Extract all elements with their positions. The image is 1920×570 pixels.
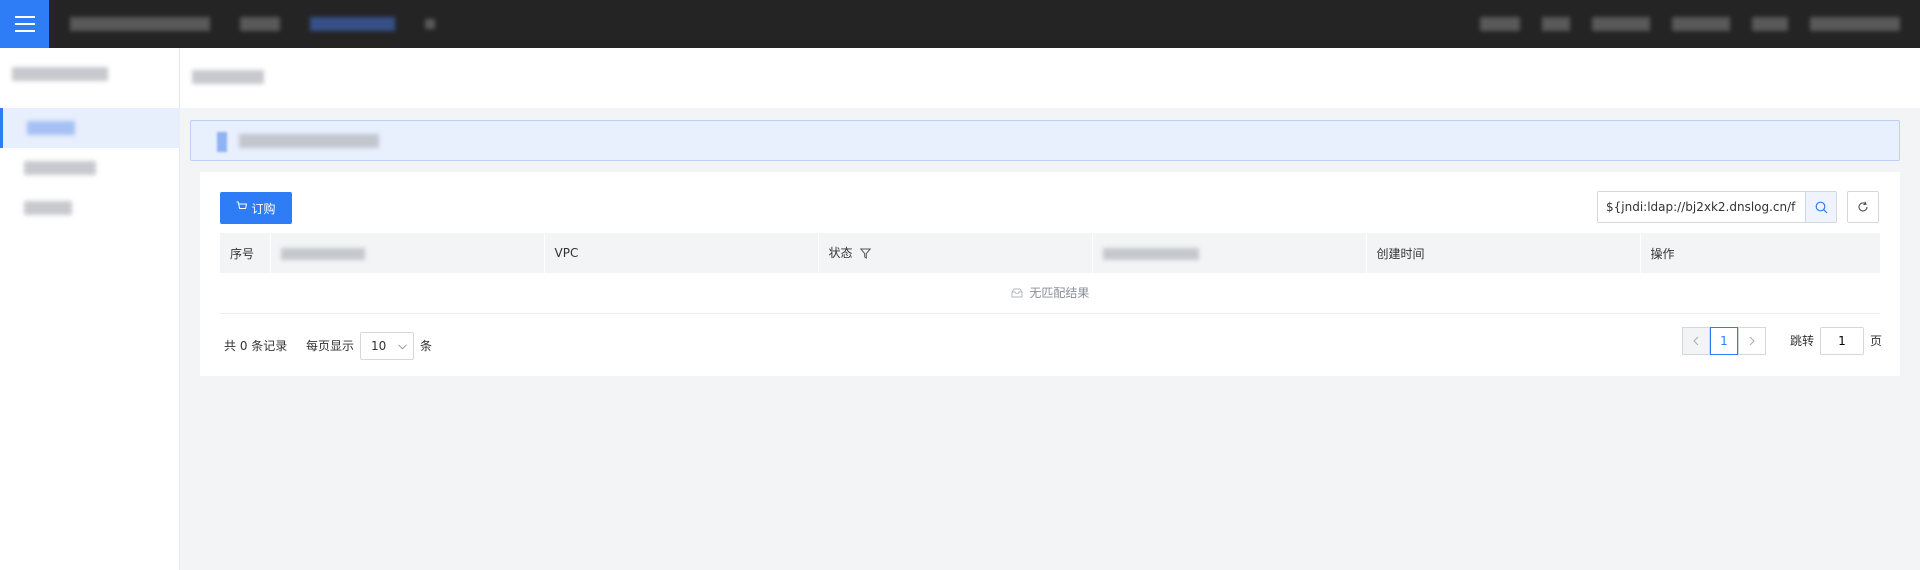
- table-header-row: 序号 VPC 状态 创建时间 操作: [220, 233, 1881, 273]
- notice-text: [239, 134, 379, 148]
- search-icon[interactable]: [1805, 192, 1836, 222]
- sidebar-item[interactable]: [0, 148, 180, 188]
- empty-state: 无匹配结果: [220, 273, 1880, 314]
- sidebar-title: [12, 67, 108, 81]
- page-header: [180, 48, 1920, 108]
- chevron-right-icon: [1749, 336, 1755, 346]
- column-header-status[interactable]: 状态: [818, 233, 1093, 273]
- column-header-created: 创建时间: [1366, 233, 1641, 273]
- page-size-value: 10: [371, 339, 387, 353]
- column-header-actions: 操作: [1640, 233, 1881, 273]
- page-number-current[interactable]: 1: [1710, 327, 1738, 355]
- top-right-items: [1480, 10, 1900, 38]
- search-box: [1597, 191, 1837, 223]
- next-page-button[interactable]: [1738, 327, 1766, 355]
- top-nav-item[interactable]: [1592, 17, 1650, 31]
- notice-banner: [190, 120, 1900, 161]
- top-nav-item[interactable]: [1752, 17, 1788, 31]
- per-page-label: 每页显示: [306, 339, 355, 353]
- top-nav-items: [70, 10, 435, 38]
- page-title: [192, 70, 264, 84]
- column-header-index: 序号: [220, 233, 271, 273]
- status-header-label: 状态: [828, 246, 853, 260]
- jump-label: 跳转: [1790, 334, 1815, 348]
- top-navbar: [0, 0, 1920, 48]
- top-nav-item[interactable]: [1480, 17, 1520, 31]
- filter-icon[interactable]: [860, 248, 872, 262]
- sidebar-item-label: [24, 161, 96, 175]
- total-records: 共 0 条记录: [224, 339, 288, 353]
- chevron-down-icon: [398, 339, 407, 353]
- column-header-name[interactable]: [270, 233, 545, 273]
- data-table: 序号 VPC 状态 创建时间 操作 无匹配结果: [220, 233, 1881, 314]
- top-nav-item[interactable]: [1542, 17, 1570, 31]
- cart-icon: [236, 201, 248, 215]
- region-selector[interactable]: [310, 17, 395, 31]
- search-input[interactable]: [1598, 192, 1806, 222]
- hamburger-menu-icon[interactable]: [0, 0, 49, 48]
- sidebar: [0, 48, 180, 570]
- sidebar-item-active[interactable]: [0, 108, 180, 148]
- column-header-blurred: [1092, 233, 1367, 273]
- product-logo[interactable]: [70, 17, 210, 31]
- top-nav-item[interactable]: [1672, 17, 1730, 31]
- empty-row: 无匹配结果: [220, 273, 1880, 314]
- jump-page-input[interactable]: [1820, 327, 1864, 355]
- order-button-label: 订购: [251, 201, 276, 216]
- refresh-icon[interactable]: [1847, 191, 1879, 223]
- top-nav-item[interactable]: [425, 19, 435, 29]
- user-account[interactable]: [1810, 17, 1900, 31]
- empty-text: 无匹配结果: [1029, 286, 1090, 301]
- info-icon: [217, 132, 227, 152]
- empty-box-icon: [1011, 286, 1030, 300]
- top-nav-item[interactable]: [240, 17, 280, 31]
- sidebar-item[interactable]: [0, 188, 180, 228]
- order-button[interactable]: 订购: [220, 192, 292, 224]
- column-header-vpc: VPC: [544, 233, 819, 273]
- sidebar-item-label: [24, 201, 72, 215]
- jump-unit: 页: [1870, 334, 1883, 348]
- page-size-select[interactable]: 10: [360, 332, 414, 360]
- content-card: 订购 序号 VPC 状态 创建时间: [200, 172, 1900, 376]
- per-page-unit: 条: [420, 339, 433, 353]
- sidebar-item-label: [27, 121, 75, 135]
- chevron-left-icon: [1693, 336, 1699, 346]
- prev-page-button[interactable]: [1682, 327, 1710, 355]
